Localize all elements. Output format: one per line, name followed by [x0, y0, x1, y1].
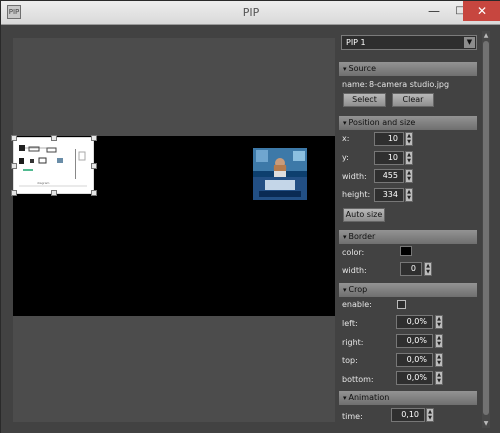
- pip-selector-dropdown[interactable]: PIP 1 ▼: [341, 35, 477, 50]
- down-arrow-icon[interactable]: ▼: [436, 360, 442, 366]
- border-section-header[interactable]: ▾ Border: [339, 230, 477, 244]
- border-width-stepper[interactable]: ▲ ▼: [424, 262, 432, 276]
- x-label: x:: [342, 134, 350, 143]
- crop-bottom-label: bottom:: [342, 375, 374, 384]
- resize-handle-top-left[interactable]: [11, 135, 17, 141]
- crop-left-label: left:: [342, 319, 358, 328]
- down-arrow-icon[interactable]: ▼: [427, 415, 433, 421]
- panel-scrollbar[interactable]: ▲ ▼: [482, 31, 490, 428]
- minimize-button[interactable]: —: [421, 1, 447, 21]
- down-arrow-icon[interactable]: ▼: [425, 269, 431, 275]
- secondary-pip-thumbnail[interactable]: [253, 148, 307, 200]
- animation-header-label: Animation: [348, 393, 390, 402]
- y-stepper[interactable]: ▲ ▼: [405, 151, 413, 165]
- y-input[interactable]: 10: [374, 151, 404, 165]
- crop-left-stepper[interactable]: ▲ ▼: [435, 315, 443, 329]
- pip-selector-value: PIP 1: [346, 38, 366, 47]
- border-header-label: Border: [348, 232, 376, 241]
- collapse-triangle-icon: ▾: [343, 65, 347, 73]
- position-size-header-label: Position and size: [348, 118, 416, 127]
- crop-enable-checkbox[interactable]: [397, 300, 406, 309]
- resize-handle-bottom[interactable]: [51, 190, 57, 196]
- width-label: width:: [342, 172, 367, 181]
- source-header-label: Source: [348, 64, 376, 73]
- width-stepper[interactable]: ▲ ▼: [405, 169, 413, 183]
- crop-right-label: right:: [342, 338, 364, 347]
- animation-time-label: time:: [342, 412, 363, 421]
- x-stepper[interactable]: ▲ ▼: [405, 132, 413, 146]
- svg-text:diagram: diagram: [37, 181, 50, 185]
- down-arrow-icon[interactable]: ▼: [436, 322, 442, 328]
- collapse-triangle-icon: ▾: [343, 286, 347, 294]
- crop-bottom-input[interactable]: 0,0%: [396, 371, 433, 385]
- crop-bottom-stepper[interactable]: ▲ ▼: [435, 371, 443, 385]
- resize-handle-right[interactable]: [91, 163, 97, 169]
- down-arrow-icon[interactable]: ▼: [406, 176, 412, 182]
- resize-handle-top-right[interactable]: [91, 135, 97, 141]
- auto-size-button[interactable]: Auto size: [343, 208, 385, 222]
- x-input[interactable]: 10: [374, 132, 404, 146]
- scrollbar-thumb[interactable]: [483, 41, 489, 415]
- resize-handle-left[interactable]: [11, 163, 17, 169]
- scroll-up-icon[interactable]: ▲: [482, 31, 490, 40]
- source-name-value: 8-camera studio.jpg: [369, 80, 450, 89]
- crop-top-input[interactable]: 0,0%: [396, 353, 433, 367]
- down-arrow-icon[interactable]: ▼: [406, 139, 412, 145]
- width-input[interactable]: 455: [374, 169, 404, 183]
- position-size-section-header[interactable]: ▾ Position and size: [339, 116, 477, 130]
- height-label: height:: [342, 190, 371, 199]
- resize-handle-bottom-right[interactable]: [91, 190, 97, 196]
- resize-handle-bottom-left[interactable]: [11, 190, 17, 196]
- collapse-triangle-icon: ▾: [343, 119, 347, 127]
- chevron-down-icon[interactable]: ▼: [464, 37, 475, 48]
- crop-section-header[interactable]: ▾ Crop: [339, 283, 477, 297]
- crop-right-input[interactable]: 0,0%: [396, 334, 433, 348]
- select-button[interactable]: Select: [343, 93, 386, 107]
- down-arrow-icon[interactable]: ▼: [436, 341, 442, 347]
- down-arrow-icon[interactable]: ▼: [406, 158, 412, 164]
- crop-top-stepper[interactable]: ▲ ▼: [435, 353, 443, 367]
- animation-time-input[interactable]: 0,10: [391, 408, 425, 422]
- animation-section-header[interactable]: ▾ Animation: [339, 391, 477, 405]
- collapse-triangle-icon: ▾: [343, 394, 347, 402]
- news-anchor-image-icon: [253, 148, 307, 200]
- crop-top-label: top:: [342, 356, 358, 365]
- crop-left-input[interactable]: 0,0%: [396, 315, 433, 329]
- main-pip-thumbnail[interactable]: diagram: [11, 135, 97, 196]
- scroll-down-icon[interactable]: ▼: [482, 419, 490, 428]
- crop-header-label: Crop: [348, 285, 368, 294]
- border-width-input[interactable]: 0: [400, 262, 422, 276]
- collapse-triangle-icon: ▾: [343, 233, 347, 241]
- border-color-label: color:: [342, 248, 365, 257]
- source-section-header[interactable]: ▾ Source: [339, 62, 477, 76]
- resize-handle-top[interactable]: [51, 135, 57, 141]
- height-input[interactable]: 334: [374, 188, 404, 202]
- crop-enable-label: enable:: [342, 300, 372, 309]
- crop-right-stepper[interactable]: ▲ ▼: [435, 334, 443, 348]
- clear-button[interactable]: Clear: [392, 93, 434, 107]
- y-label: y:: [342, 153, 349, 162]
- down-arrow-icon[interactable]: ▼: [406, 195, 412, 201]
- border-width-label: width:: [342, 266, 367, 275]
- down-arrow-icon[interactable]: ▼: [436, 378, 442, 384]
- pip-window: PIP PIP — □ ✕ diagram PIP 1 ▼ ▾ Source n…: [0, 0, 500, 433]
- height-stepper[interactable]: ▲ ▼: [405, 188, 413, 202]
- border-color-swatch[interactable]: [400, 246, 412, 256]
- title-bar[interactable]: PIP PIP — □ ✕: [1, 1, 500, 25]
- animation-time-stepper[interactable]: ▲ ▼: [426, 408, 434, 422]
- source-name-label: name:: [342, 80, 368, 89]
- document-preview-icon: diagram: [17, 142, 91, 190]
- close-button[interactable]: ✕: [463, 1, 500, 21]
